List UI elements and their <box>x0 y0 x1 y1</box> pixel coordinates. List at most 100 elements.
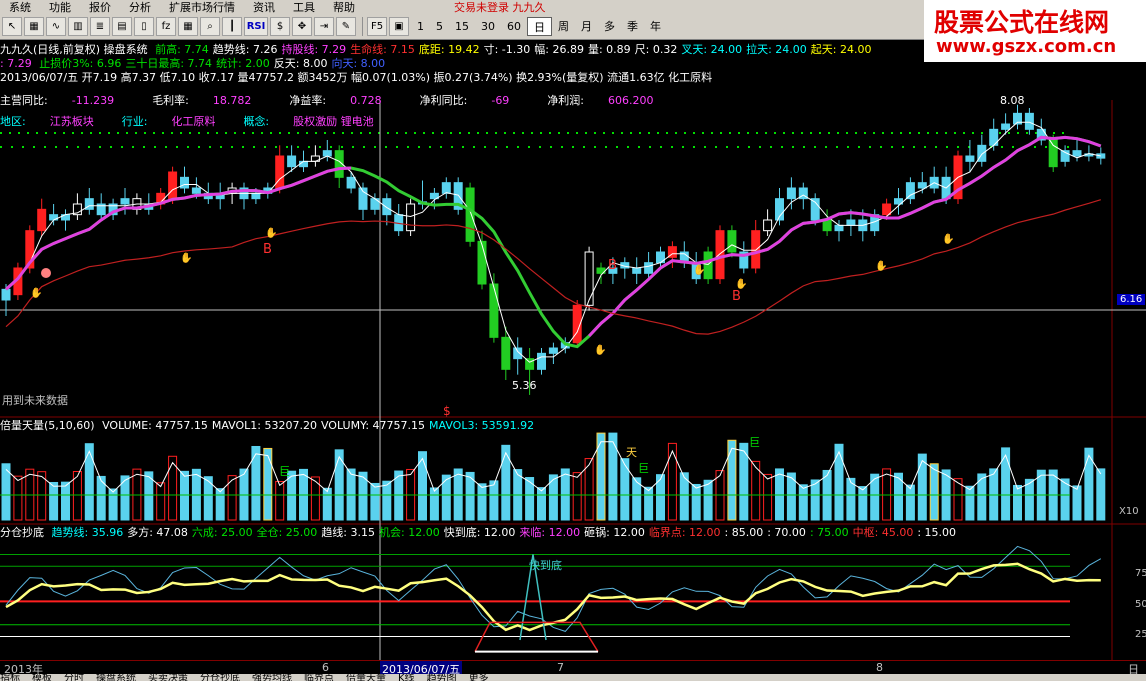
tab-4[interactable]: 买卖决策 <box>148 674 188 681</box>
fundamental-label-1: 毛利率: <box>152 94 189 107</box>
period-multi[interactable]: 多 <box>598 17 621 36</box>
resistance-dot <box>594 146 596 148</box>
tab-1[interactable]: 模板 <box>32 674 52 681</box>
volume-bar <box>489 480 499 521</box>
document-icon[interactable]: ▯ <box>134 17 154 36</box>
indicator-name[interactable]: 分仓抄底 <box>0 526 44 539</box>
tab-0[interactable]: 指标 <box>0 674 20 681</box>
resistance-dot <box>231 146 233 148</box>
volume-bar <box>905 484 915 521</box>
period-15min[interactable]: 15 <box>449 17 475 36</box>
candle-icon[interactable]: ┃ <box>222 17 242 36</box>
candle-body <box>287 155 297 168</box>
bar-chart-icon[interactable]: ▥ <box>68 17 88 36</box>
resistance-dot <box>550 146 552 148</box>
tab-2[interactable]: 分时 <box>64 674 84 681</box>
resistance-dot <box>220 146 222 148</box>
volume-indicator-name[interactable]: 倍量天量(5,10,60) <box>0 419 95 432</box>
resistance-dot <box>297 146 299 148</box>
fundamentals-row-2: 地区: 江苏板块 行业: 化工原料 概念: 股权激励 锂电池 <box>0 115 378 129</box>
tab-10[interactable]: 趋势图 <box>427 674 457 681</box>
resistance-dot <box>18 132 20 134</box>
resistance-dot <box>891 146 893 148</box>
resistance-dot <box>77 146 79 148</box>
resistance-dot <box>198 146 200 148</box>
period-year[interactable]: 年 <box>644 17 667 36</box>
tab-3[interactable]: 操盘系统 <box>96 674 136 681</box>
candle-body <box>822 219 832 232</box>
dollar-icon[interactable]: $ <box>270 17 290 36</box>
period-day[interactable]: 日 <box>527 17 552 36</box>
export-icon[interactable]: ⇥ <box>314 17 334 36</box>
period-60min[interactable]: 60 <box>501 17 527 36</box>
menu-analysis[interactable]: 分析 <box>120 0 160 15</box>
resistance-dot <box>333 132 335 134</box>
window-icon[interactable]: ▣ <box>389 17 409 36</box>
resistance-dot <box>374 146 376 148</box>
candle-body <box>1024 112 1034 130</box>
volume-bar <box>667 442 677 521</box>
menu-system[interactable]: 系统 <box>0 0 40 15</box>
period-month[interactable]: 月 <box>575 17 598 36</box>
resistance-dot <box>253 146 255 148</box>
tab-6[interactable]: 强势均线 <box>252 674 292 681</box>
candle-body <box>120 198 130 205</box>
resistance-dot <box>165 146 167 148</box>
rsi-button[interactable]: RSI <box>244 17 268 36</box>
period-week[interactable]: 周 <box>552 17 575 36</box>
period-5min[interactable]: 5 <box>430 17 449 36</box>
tab-8[interactable]: 倍量天量 <box>346 674 386 681</box>
volume-bar <box>560 468 570 521</box>
list-icon[interactable]: ≣ <box>90 17 110 36</box>
f5-icon[interactable]: F5 <box>367 17 387 36</box>
resistance-dot <box>270 132 272 134</box>
menu-help[interactable]: 帮助 <box>324 0 364 15</box>
chart-area[interactable]: 8.08 5.36 $ B B B ✋ ✋ ✋ ✋ ✋ ✋ ✋ ✋ 巨天巨巨快到底 <box>0 40 1146 660</box>
menu-function[interactable]: 功能 <box>40 0 80 15</box>
pencil-icon[interactable]: ✎ <box>336 17 356 36</box>
grid-icon[interactable]: ▦ <box>24 17 44 36</box>
resistance-dot <box>704 146 706 148</box>
date-axis: 2013年 6 2013/06/07/五 7 8 日线 <box>0 660 1146 681</box>
resistance-dot <box>567 132 569 134</box>
period-30min[interactable]: 30 <box>475 17 501 36</box>
move-icon[interactable]: ✥ <box>292 17 312 36</box>
holding-line-2 <box>588 135 1102 338</box>
resistance-dot <box>352 146 354 148</box>
resistance-dot <box>549 132 551 134</box>
fundamental-value-0: -11.239 <box>71 94 115 107</box>
menu-news[interactable]: 资讯 <box>244 0 284 15</box>
magnify-icon[interactable]: ⌕ <box>200 17 220 36</box>
candle-body <box>382 198 392 216</box>
tab-9[interactable]: K线 <box>398 674 415 681</box>
period-1min[interactable]: 1 <box>411 17 430 36</box>
report-icon[interactable]: ▤ <box>112 17 132 36</box>
resistance-dot <box>176 146 178 148</box>
line-chart-icon[interactable]: ∿ <box>46 17 66 36</box>
fiz-icon[interactable]: fz <box>156 17 176 36</box>
table-icon[interactable]: ▦ <box>178 17 198 36</box>
tab-7[interactable]: 临界点 <box>304 674 334 681</box>
resistance-dot <box>495 146 497 148</box>
resistance-dot <box>957 146 959 148</box>
candle-body <box>406 203 416 232</box>
signal-dollar: $ <box>443 404 451 418</box>
resistance-dot <box>517 146 519 148</box>
resistance-dot <box>99 132 101 134</box>
menu-tools[interactable]: 工具 <box>284 0 324 15</box>
tab-5[interactable]: 分仓抄底 <box>200 674 240 681</box>
period-quarter[interactable]: 季 <box>621 17 644 36</box>
volume-tag-ju: 巨 <box>279 465 290 478</box>
volume-bar <box>572 472 582 521</box>
tab-11[interactable]: 更多 <box>469 674 489 681</box>
resistance-dot <box>945 132 947 134</box>
arrow-icon[interactable]: ↖ <box>2 17 22 36</box>
resistance-dot <box>913 146 915 148</box>
resistance-dot <box>162 132 164 134</box>
menu-quote[interactable]: 报价 <box>80 0 120 15</box>
menu-extended-market[interactable]: 扩展市场行情 <box>160 0 244 15</box>
resistance-dot <box>462 146 464 148</box>
resistance-dot <box>666 132 668 134</box>
volume-bar <box>477 483 487 521</box>
resistance-dot <box>484 146 486 148</box>
